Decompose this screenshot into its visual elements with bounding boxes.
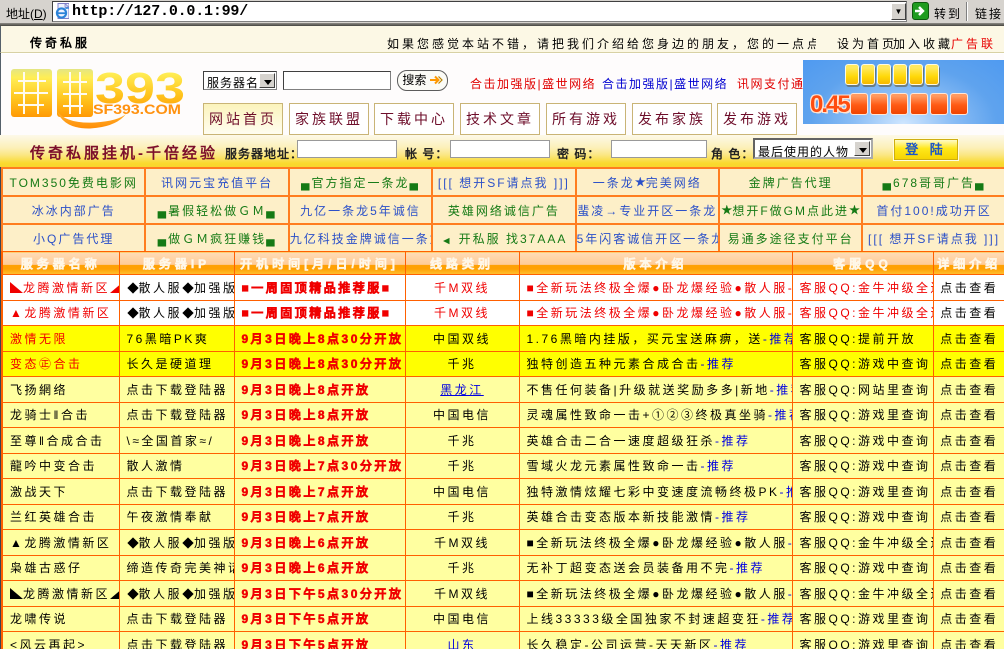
svg-text:SF393.COM: SF393.COM	[93, 102, 181, 117]
